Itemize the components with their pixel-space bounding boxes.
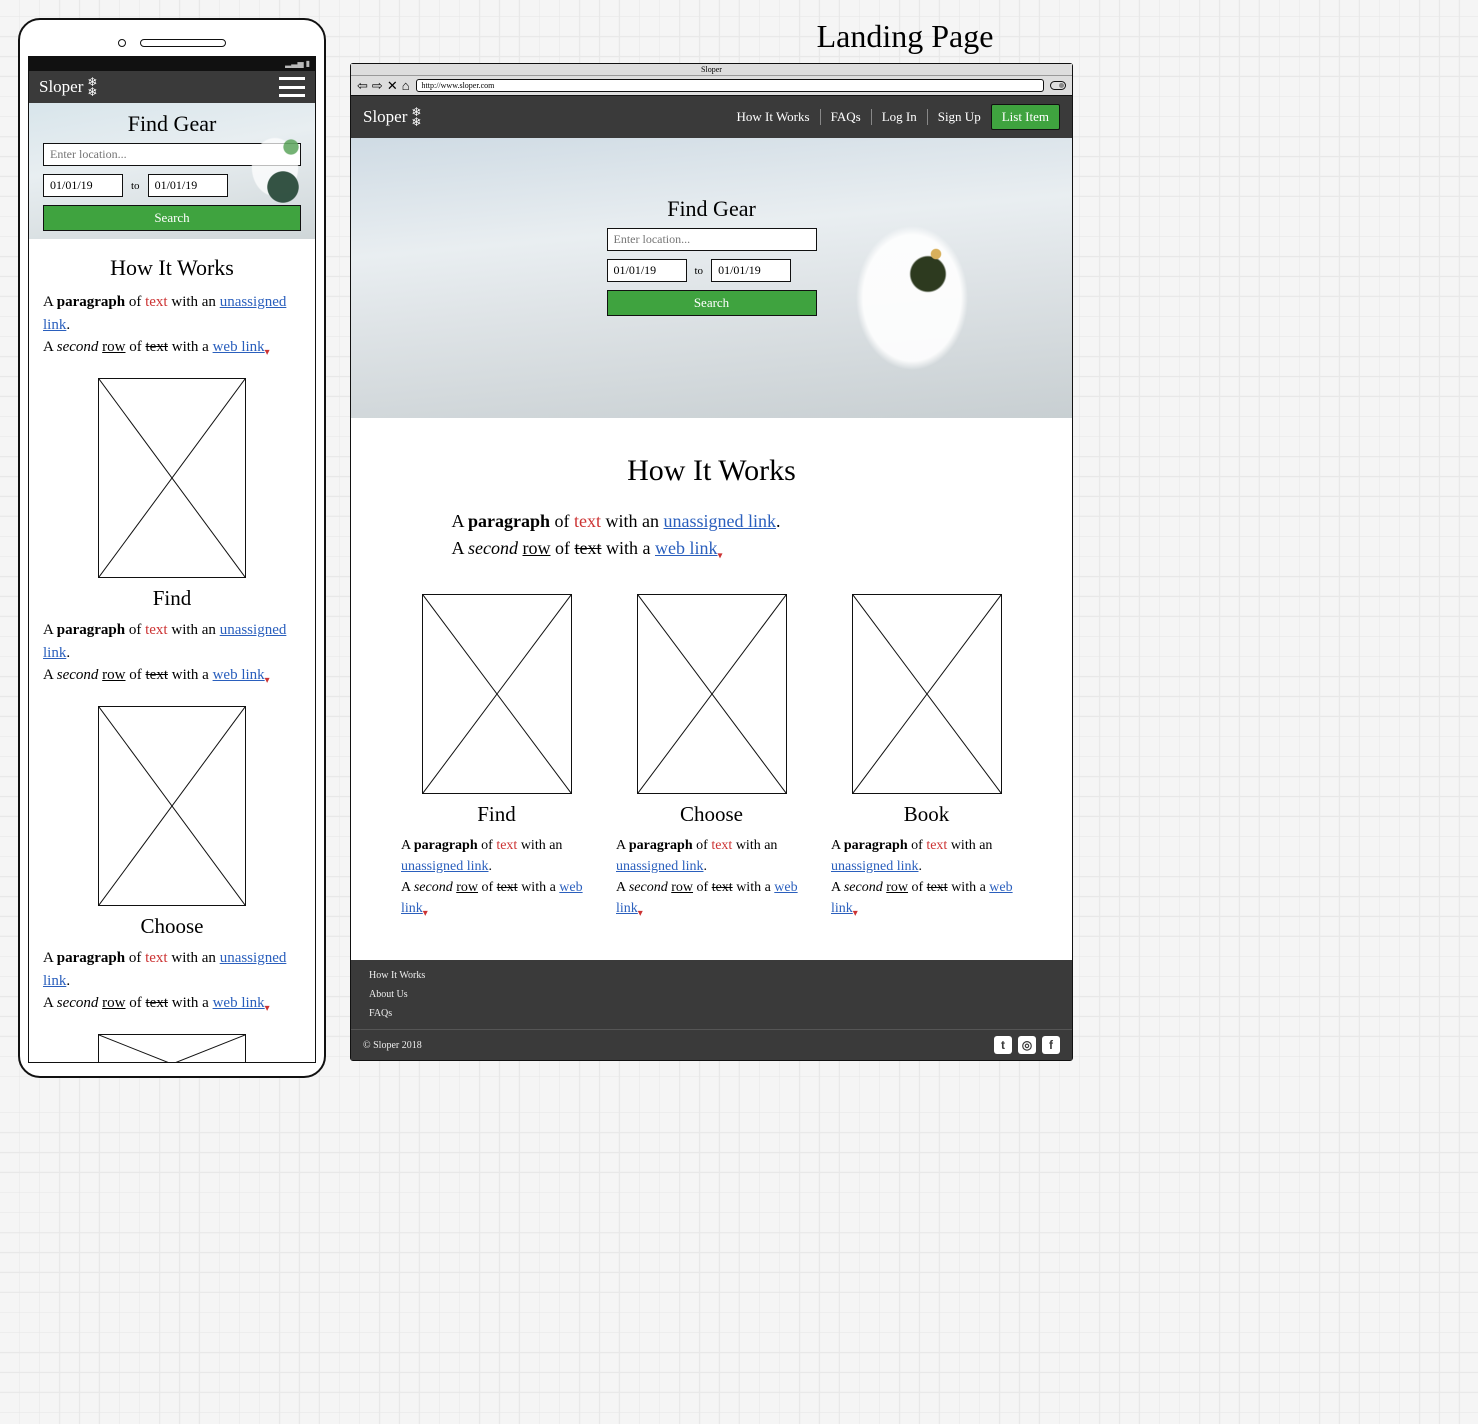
logo[interactable]: Sloper ❄❄ [39,77,97,97]
camera-icon [118,39,126,47]
unassigned-link[interactable]: unassigned link [831,859,919,874]
facebook-icon[interactable]: f [1042,1036,1060,1054]
footer: How It Works About Us FAQs © Sloper 2018… [351,960,1072,1060]
nav-how-it-works[interactable]: How It Works [736,109,809,125]
phone-hardware-top [28,30,316,56]
date-to-label: to [695,265,704,277]
date-from-input[interactable] [43,174,123,197]
forward-icon[interactable]: ⇨ [372,79,383,92]
hero-title: Find Gear [607,196,817,222]
unassigned-link[interactable]: unassigned link [664,511,777,531]
web-link[interactable]: web link [213,995,265,1011]
unassigned-link[interactable]: unassigned link [401,859,489,874]
footer-link-faqs[interactable]: FAQs [369,1008,1054,1019]
desktop-wireframe: Sloper ⇦ ⇨ ✕ ⌂ http://www.sloper.com Slo… [350,63,1073,1061]
card-paragraph: A paragraph of text with an unassigned l… [43,947,301,1016]
brand-text: Sloper [363,107,407,127]
social-icons: t ◎ f [994,1036,1060,1054]
list-item-button[interactable]: List Item [991,104,1060,130]
image-placeholder [422,594,572,794]
back-icon[interactable]: ⇦ [357,79,368,92]
url-input[interactable]: http://www.sloper.com [416,79,1044,92]
date-to-input[interactable] [148,174,228,197]
mobile-body: How It Works A paragraph of text with an… [29,239,315,1063]
page-label: Landing Page [350,18,1460,55]
phone-screen: Sloper ❄❄ Find Gear to Search How It Wor… [28,70,316,1063]
card-title: Choose [616,802,807,827]
twitter-icon[interactable]: t [994,1036,1012,1054]
footer-links: How It Works About Us FAQs [351,960,1072,1029]
nav-log-in[interactable]: Log In [882,109,917,125]
hero-title: Find Gear [43,111,301,137]
desktop-header: Sloper ❄❄ How It Works FAQs Log In Sign … [351,96,1072,138]
card-paragraph: A paragraph of text with an unassigned l… [401,835,592,921]
loading-spinner-icon [1050,81,1066,90]
card-paragraph: A paragraph of text with an unassigned l… [43,619,301,688]
unassigned-link[interactable]: unassigned link [616,859,704,874]
location-input[interactable] [43,143,301,166]
mobile-hero: Find Gear to Search [29,103,315,239]
intro-paragraph: A paragraph of text with an unassigned l… [452,508,972,564]
instagram-icon[interactable]: ◎ [1018,1036,1036,1054]
card-title-find: Find [43,586,301,611]
primary-nav: How It Works FAQs Log In Sign Up List It… [736,104,1060,130]
speaker-icon [140,39,226,47]
image-placeholder [852,594,1002,794]
footer-link-hiw[interactable]: How It Works [369,970,1054,981]
cards-row: Find A paragraph of text with an unassig… [401,594,1022,921]
mobile-wireframe: ▂▃▅ ▮ Sloper ❄❄ Find Gear to Search [18,18,326,1078]
image-placeholder [98,1034,246,1063]
search-button[interactable]: Search [607,290,817,316]
snowflake-icon: ❄❄ [87,77,97,97]
status-bar: ▂▃▅ ▮ [28,56,316,70]
home-icon[interactable]: ⌂ [402,79,410,92]
browser-tab[interactable]: Sloper [351,64,1072,76]
image-placeholder [98,378,246,578]
mobile-header: Sloper ❄❄ [29,71,315,103]
browser-toolbar: ⇦ ⇨ ✕ ⌂ http://www.sloper.com [351,76,1072,96]
card-paragraph: A paragraph of text with an unassigned l… [831,835,1022,921]
footer-link-about[interactable]: About Us [369,989,1054,1000]
date-from-input[interactable] [607,259,687,282]
card-title-choose: Choose [43,914,301,939]
nav-sign-up[interactable]: Sign Up [938,109,981,125]
stop-icon[interactable]: ✕ [387,79,398,92]
card-paragraph: A paragraph of text with an unassigned l… [616,835,807,921]
hamburger-menu-icon[interactable] [279,77,305,97]
card-book: Book A paragraph of text with an unassig… [831,594,1022,921]
how-it-works-title: How It Works [43,255,301,281]
image-placeholder [98,706,246,906]
intro-paragraph: A paragraph of text with an unassigned l… [43,291,301,360]
date-to-input[interactable] [711,259,791,282]
desktop-body: How It Works A paragraph of text with an… [351,418,1072,960]
search-button[interactable]: Search [43,205,301,231]
card-title: Book [831,802,1022,827]
desktop-hero: Find Gear to Search [351,138,1072,418]
date-to-label: to [131,180,140,192]
location-input[interactable] [607,228,817,251]
web-link[interactable]: web link [213,339,265,355]
card-title: Find [401,802,592,827]
image-placeholder [637,594,787,794]
nav-faqs[interactable]: FAQs [831,109,861,125]
web-link[interactable]: web link [655,538,718,558]
logo[interactable]: Sloper ❄❄ [363,107,421,127]
how-it-works-title: How It Works [401,454,1022,488]
card-find: Find A paragraph of text with an unassig… [401,594,592,921]
snowflake-icon: ❄❄ [411,107,421,127]
card-choose: Choose A paragraph of text with an unass… [616,594,807,921]
brand-text: Sloper [39,77,83,97]
web-link[interactable]: web link [213,667,265,683]
copyright-text: © Sloper 2018 [363,1040,422,1051]
